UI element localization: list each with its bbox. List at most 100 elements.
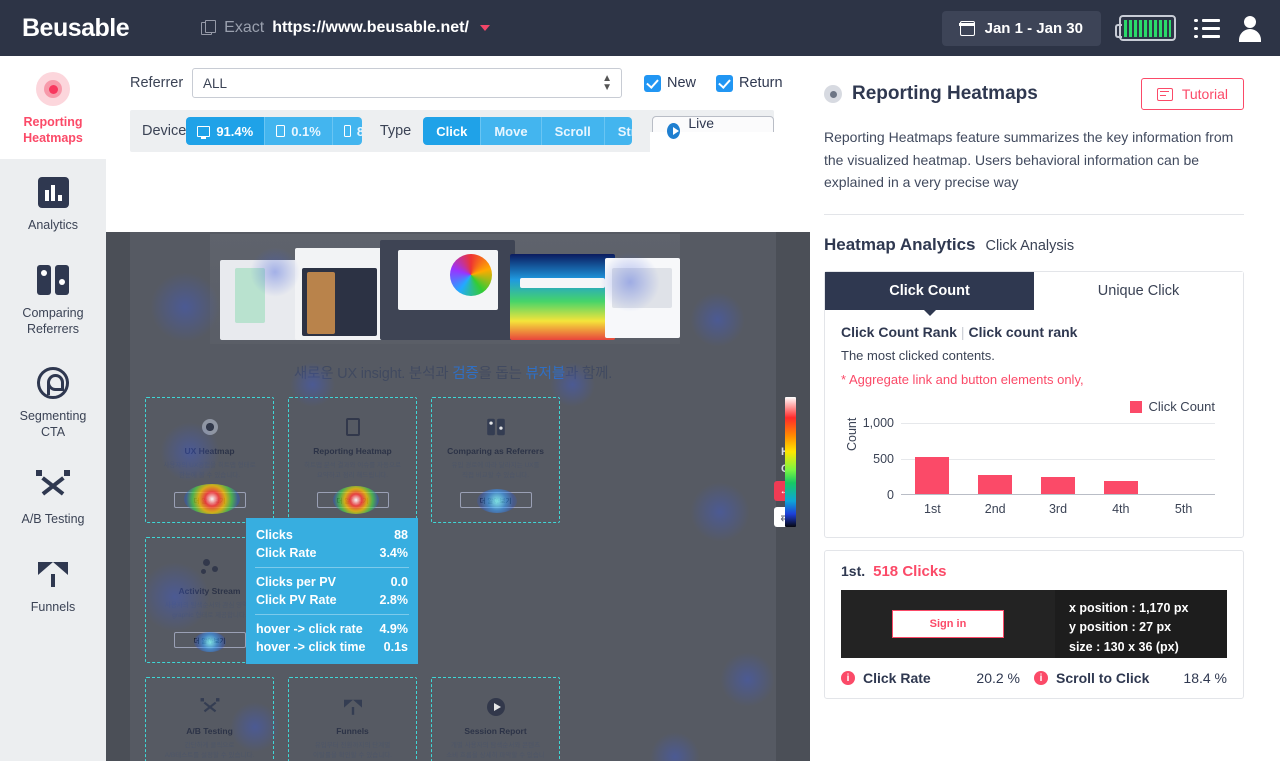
tooltip-row: Clicks per PV 0.0 bbox=[256, 575, 408, 589]
chart-bars: 1st 2nd 3rd 4th 5th bbox=[901, 423, 1215, 516]
chart-bar bbox=[1103, 480, 1138, 495]
url-group[interactable]: Exact https://www.beusable.net/ bbox=[201, 19, 490, 37]
feature-cards: UX Heatmap 사용자의 UX경험을 히트맵 형태로 한눈에 볼 수 있습… bbox=[145, 397, 761, 761]
type-stream-button[interactable]: Stream bbox=[604, 117, 633, 145]
clipboard-icon bbox=[345, 412, 360, 442]
visitor-type-checkboxes: New Return bbox=[644, 74, 783, 92]
chart-bar bbox=[915, 456, 950, 495]
chart-y-tick: 1,000 bbox=[862, 416, 894, 431]
chart-bar bbox=[1040, 477, 1075, 495]
info-icon[interactable]: i bbox=[1034, 671, 1048, 686]
legend-label: Click Count bbox=[1148, 399, 1215, 415]
feature-card[interactable]: Comparing as Referrers 유입 경로에 따라 달라지는 UX… bbox=[431, 397, 560, 523]
calendar-icon bbox=[958, 20, 976, 36]
checkbox-new-box[interactable] bbox=[644, 74, 661, 92]
tab-click-count[interactable]: Click Count bbox=[825, 272, 1034, 317]
checkbox-new[interactable]: New bbox=[644, 74, 697, 92]
chart-bar-cell: 3rd bbox=[1027, 423, 1090, 516]
sidebar-item-analytics[interactable]: Analytics bbox=[0, 159, 106, 247]
chevron-down-icon[interactable] bbox=[479, 25, 490, 31]
referrer-select[interactable]: ALL ▲ ▼ bbox=[192, 68, 622, 98]
funnel-icon bbox=[338, 692, 368, 722]
feature-card-desc: 유입부터 전환까지의 단계별 이탈률을 확인할 수 있습니다. bbox=[313, 742, 392, 759]
heatmap-canvas[interactable]: 새로운 UX insight. 분석과 검증을 돕는 뷰저블과 함께. UX H… bbox=[106, 232, 810, 761]
device-desktop-button[interactable]: 91.4% bbox=[186, 117, 266, 145]
feature-card-title: Reporting Heatmap bbox=[313, 446, 392, 456]
feature-card-title: A/B Testing bbox=[186, 726, 233, 736]
user-icon[interactable] bbox=[1238, 15, 1262, 42]
ripple-icon bbox=[4, 70, 102, 108]
type-move-button[interactable]: Move bbox=[481, 117, 542, 145]
device-mobile-button[interactable]: 8.4% bbox=[332, 117, 362, 145]
top-element-detail: 1st. 518 Clicks Sign in x position : 1,17… bbox=[824, 550, 1244, 700]
top-bar: Beusable Exact https://www.beusable.net/… bbox=[0, 0, 1280, 56]
feature-card-desc: 개별 사용자의 탐색순서와 콘텐츠 소비 흐름을 상세히 파악할 수 있습니다. bbox=[446, 742, 545, 759]
feature-card[interactable]: Session Report 개별 사용자의 탐색순서와 콘텐츠 소비 흐름을 … bbox=[431, 677, 560, 761]
tutorial-label: Tutorial bbox=[1181, 86, 1228, 102]
tooltip-row: Click PV Rate 2.8% bbox=[256, 593, 408, 607]
rank-title-sub: Click count rank bbox=[968, 324, 1078, 341]
rank-description: The most clicked contents. bbox=[841, 348, 995, 364]
chart-x-tick: 2nd bbox=[984, 502, 1006, 517]
chart-bar-cell: 5th bbox=[1152, 423, 1215, 516]
feature-card[interactable]: A/B Testing 간단하게 클릭으로 A/B테스트를 설정할 수 있습니다… bbox=[145, 677, 274, 761]
click-rank-body: Click Count Rank | Click count rank The mo… bbox=[825, 310, 1243, 537]
detail-clicks: 518 Clicks bbox=[873, 563, 947, 581]
feature-card-title: Comparing as Referrers bbox=[447, 446, 544, 456]
sidebar-item-comparing-referrers[interactable]: Comparing Referrers bbox=[0, 247, 106, 350]
feature-card-desc: 히트맵 분석 결과와 이슈를 자동으로 요약하고 정리 해드립니다. bbox=[304, 462, 401, 479]
date-range-picker[interactable]: Jan 1 - Jan 30 bbox=[941, 10, 1101, 46]
sidebar-item-segmenting-cta[interactable]: Segmenting CTA bbox=[0, 350, 106, 453]
checkbox-return[interactable]: Return bbox=[716, 74, 783, 92]
type-scroll-button[interactable]: Scroll bbox=[541, 117, 605, 145]
type-click-button[interactable]: Click bbox=[423, 117, 482, 145]
hero-caption-em1: 검증 bbox=[452, 366, 479, 382]
heatmap-legend: H C ↔ ⇄ bbox=[772, 397, 798, 527]
feature-card-button[interactable]: 더 알아보기 bbox=[459, 492, 532, 508]
feature-card-title: Session Report bbox=[464, 726, 527, 736]
sidebar-item-label: Funnels bbox=[30, 600, 76, 614]
bar-chart-icon bbox=[4, 173, 102, 211]
feature-card-button[interactable]: 더 알아보기 bbox=[173, 492, 246, 508]
desktop-icon bbox=[197, 125, 211, 139]
sidebar-item-label: Reporting Heatmaps bbox=[23, 115, 83, 145]
legend-swatch bbox=[1129, 400, 1142, 413]
tooltip-divider bbox=[255, 614, 409, 615]
feature-card[interactable]: Funnels 유입부터 전환까지의 단계별 이탈률을 확인할 수 있습니다. … bbox=[288, 677, 417, 761]
device-tablet-label: 0.1% bbox=[291, 123, 321, 139]
feature-card-title: Activity Stream bbox=[178, 586, 241, 596]
tutorial-button[interactable]: Tutorial bbox=[1140, 78, 1244, 110]
info-icon[interactable]: i bbox=[841, 671, 855, 686]
rank-note: * Aggregate link and button elements onl… bbox=[841, 372, 1084, 388]
sidebar-item-funnels[interactable]: Funnels bbox=[0, 541, 106, 629]
sidebar-item-reporting-heatmaps[interactable]: Reporting Heatmaps bbox=[0, 56, 106, 160]
tooltip-row: hover -> click rate 4.9% bbox=[256, 622, 408, 636]
device-desktop-label: 91.4% bbox=[216, 123, 254, 139]
feature-card[interactable]: Reporting Heatmap 히트맵 분석 결과와 이슈를 자동으로 요약… bbox=[288, 397, 417, 523]
list-icon[interactable] bbox=[1194, 18, 1220, 38]
checkbox-new-label: New bbox=[667, 75, 697, 91]
chart-y-tick: 500 bbox=[873, 452, 894, 467]
checkbox-return-box[interactable] bbox=[716, 74, 734, 92]
y-position: y position : 27 px bbox=[1069, 620, 1172, 635]
chart-x-tick: 1st bbox=[924, 502, 941, 517]
heatmap-viewer: Referrer ALL ▲ ▼ New Return Device 91.4%… bbox=[106, 56, 810, 761]
preview-sign-in-button: Sign in bbox=[892, 610, 1004, 639]
feature-card-button[interactable]: 더 알아보기 bbox=[316, 492, 389, 508]
sidebar-item-ab-testing[interactable]: A/B Testing bbox=[0, 453, 106, 541]
copy-icon[interactable] bbox=[201, 20, 217, 36]
date-range-label: Jan 1 - Jan 30 bbox=[984, 19, 1083, 37]
type-label: Type bbox=[379, 123, 412, 139]
metric-label: Click Rate bbox=[863, 670, 931, 687]
card-row: A/B Testing 간단하게 클릭으로 A/B테스트를 설정할 수 있습니다… bbox=[145, 677, 761, 761]
element-preview-image: Sign in bbox=[841, 590, 1055, 659]
feature-card-button[interactable]: 더 알아보기 bbox=[173, 632, 246, 648]
device-tablet-button[interactable]: 0.1% bbox=[265, 117, 333, 145]
compare-icon bbox=[480, 412, 512, 442]
stream-icon bbox=[200, 552, 219, 582]
panel-description: Reporting Heatmaps feature summarizes th… bbox=[824, 129, 1234, 191]
feature-card[interactable]: UX Heatmap 사용자의 UX경험을 히트맵 형태로 한눈에 볼 수 있습… bbox=[145, 397, 274, 523]
tutorial-icon bbox=[1156, 87, 1173, 101]
metric-value: 20.2 % bbox=[976, 670, 1020, 687]
tab-unique-click[interactable]: Unique Click bbox=[1034, 272, 1243, 311]
